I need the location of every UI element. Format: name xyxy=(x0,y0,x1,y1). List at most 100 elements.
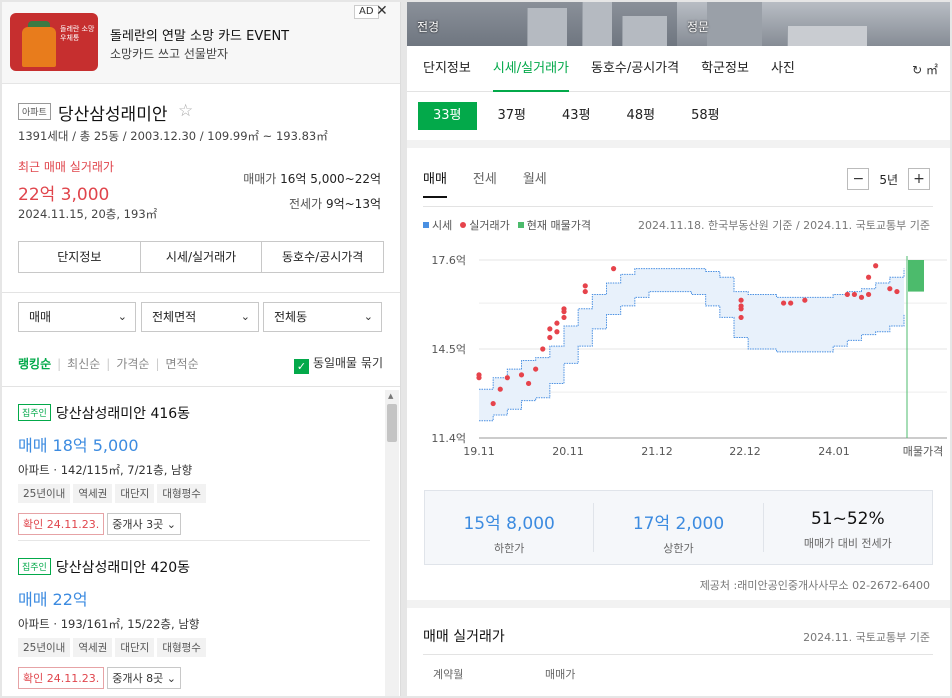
left-tab-complex-info[interactable]: 단지정보 xyxy=(19,242,141,272)
sort-ranking[interactable]: 랭킹순 xyxy=(18,357,51,371)
ad-banner[interactable]: 돌레란 소망우체통 돌레란의 연말 소망 카드 EVENT 소망카드 쓰고 선물… xyxy=(2,2,400,84)
recent-trade-detail: 2024.11.15, 20층, 193㎡ xyxy=(18,207,158,221)
listing-price-range xyxy=(908,260,924,292)
listing-name: 당산삼성래미안 416동 xyxy=(55,406,191,422)
scroll-up-icon[interactable]: ▲ xyxy=(388,392,393,400)
tag: 25년이내 xyxy=(18,638,71,657)
trade-source: 2024.11. 국토교통부 기준 xyxy=(803,631,930,644)
stat-label: 매매가 대비 전세가 xyxy=(803,537,892,550)
size-option[interactable]: 48평 xyxy=(612,102,671,130)
listing-price: 매매 22억 xyxy=(18,590,88,609)
listing-info: 아파트 · 142/115㎡, 7/21층, 남향 xyxy=(18,463,193,477)
divider xyxy=(423,654,933,655)
actual-trade-point xyxy=(802,297,808,303)
ad-badge: AD xyxy=(354,5,379,19)
broker-count-button[interactable]: 중개사 3곳 ⌄ xyxy=(107,513,181,535)
actual-trade-point xyxy=(476,372,482,378)
size-option[interactable]: 43평 xyxy=(547,102,606,130)
actual-trade-point xyxy=(851,291,858,298)
actual-trade-point xyxy=(540,346,546,352)
sort-latest[interactable]: 최신순 xyxy=(67,357,100,371)
stat-ratio: 51~52% 매매가 대비 전세가 xyxy=(764,503,932,552)
divider xyxy=(2,292,400,293)
area-dropdown[interactable]: 전체면적 ⌄ xyxy=(141,302,259,332)
actual-trade-point xyxy=(610,266,617,272)
photo-overview-label: 전경 xyxy=(417,20,440,34)
checkbox-checked-icon: ✓ xyxy=(293,359,309,374)
broker-count-button[interactable]: 중개사 8곳 ⌄ xyxy=(107,667,181,689)
tab-price[interactable]: 시세/실거래가 xyxy=(492,46,569,92)
section-gap xyxy=(407,140,950,148)
tag: 대형평수 xyxy=(157,484,206,503)
actual-trade-point xyxy=(547,334,553,341)
actual-trade-point xyxy=(490,400,496,407)
jeonse-price-label: 전세가 xyxy=(289,197,323,211)
data-provider: 제공처 :래미안공인중개사사무소 02-2672-6400 xyxy=(699,579,930,592)
ad-thumbnail[interactable]: 돌레란 소망우체통 xyxy=(10,13,98,71)
actual-trade-point xyxy=(582,283,588,289)
tab-complex-info[interactable]: 단지정보 xyxy=(423,46,471,92)
size-option[interactable]: 58평 xyxy=(676,102,735,130)
actual-trade-point xyxy=(738,314,744,321)
actual-trade-point xyxy=(561,314,567,321)
dong-value: 전체동 xyxy=(274,310,308,324)
photo-overview[interactable]: 전경 xyxy=(407,2,677,46)
chart-tab-monthly[interactable]: 월세 xyxy=(523,168,547,198)
chart-tab-bar: 매매 전세 월세 xyxy=(423,168,573,198)
period-plus-button[interactable]: + xyxy=(908,168,930,190)
stat-label: 하한가 xyxy=(493,542,525,555)
price-chart[interactable]: 17.6억 14.5억 11.4억19.11 20.11 21.12 22.12 24.01… xyxy=(407,242,950,464)
ad-close-icon[interactable]: ✕ xyxy=(376,3,388,19)
listing-item[interactable]: 집주인 당산삼성래미안 416동 매매 18억 5,000 아파트 · 142/1… xyxy=(18,403,370,535)
ad-title[interactable]: 돌레란의 연말 소망 카드 EVENT xyxy=(110,25,289,44)
sale-price-range: 매매가 16억 5,000~22억 xyxy=(243,170,381,187)
tab-unit-price[interactable]: 동호수/공시가격 xyxy=(591,46,679,92)
recent-trade-label: 최근 매매 실거래가 xyxy=(18,160,114,174)
photo-gate[interactable]: 정문 xyxy=(677,2,950,46)
right-tab-bar: 단지정보 시세/실거래가 동호수/공시가격 학군정보 사진 xyxy=(407,46,950,92)
chevron-down-icon: ⌄ xyxy=(240,310,250,323)
y-tick-label: 14.5억 xyxy=(431,343,466,356)
x-tick-label: 21.12 xyxy=(641,445,673,458)
actual-trade-point xyxy=(554,329,560,335)
chevron-down-icon: ⌄ xyxy=(363,310,373,323)
x-tick-label: 22.12 xyxy=(729,445,761,458)
confirm-date-badge: 확인 24.11.23. xyxy=(18,513,105,535)
favorite-star-icon[interactable]: ☆ xyxy=(178,101,193,121)
left-tab-price[interactable]: 시세/실거래가 xyxy=(141,242,263,272)
tag: 대형평수 xyxy=(157,638,206,657)
actual-trade-point xyxy=(894,288,900,295)
scrollbar-thumb[interactable] xyxy=(387,404,397,442)
period-control: − 5년 + xyxy=(847,168,930,190)
size-option[interactable]: 37평 xyxy=(483,102,542,130)
tab-photos[interactable]: 사진 xyxy=(771,46,795,92)
tag: 역세권 xyxy=(73,484,113,503)
left-tab-unit-price[interactable]: 동호수/공시가격 xyxy=(262,242,383,272)
actual-trade-point xyxy=(865,291,872,298)
actual-trade-point xyxy=(865,274,872,280)
actual-trade-point xyxy=(780,300,787,306)
actual-trade-point xyxy=(497,386,503,392)
tag: 대단지 xyxy=(115,638,155,657)
group-same-listings-checkbox[interactable]: ✓ 동일매물 묶기 xyxy=(293,354,383,374)
legend-listing-swatch xyxy=(517,222,524,228)
legend-actual: 실거래가 xyxy=(469,219,510,232)
period-minus-button[interactable]: − xyxy=(847,168,870,190)
ad-subtitle[interactable]: 소망카드 쓰고 선물받자 xyxy=(110,45,228,62)
legend-market-swatch xyxy=(423,222,429,228)
deal-type-dropdown[interactable]: 매매 ⌄ xyxy=(18,302,136,332)
chart-tab-sale[interactable]: 매매 xyxy=(423,168,447,198)
complex-info: 1391세대 / 총 25동 / 2003.12.30 / 109.99㎡ ~ … xyxy=(18,129,328,143)
divider xyxy=(18,540,370,541)
sort-area[interactable]: 면적순 xyxy=(166,357,199,371)
divider xyxy=(2,386,400,387)
listing-item[interactable]: 집주인 당산삼성래미안 420동 매매 22억 아파트 · 193/161㎡, 1… xyxy=(18,557,370,689)
dong-dropdown[interactable]: 전체동 ⌄ xyxy=(263,302,382,332)
size-option[interactable]: 33평 xyxy=(418,102,477,130)
tab-school[interactable]: 학군정보 xyxy=(701,46,749,92)
market-band-fill xyxy=(479,268,904,421)
sort-price[interactable]: 가격순 xyxy=(116,357,149,371)
owner-badge: 집주인 xyxy=(18,404,51,421)
chart-tab-jeonse[interactable]: 전세 xyxy=(473,168,497,198)
unit-toggle-button[interactable]: ↻ ㎡ xyxy=(912,61,938,78)
